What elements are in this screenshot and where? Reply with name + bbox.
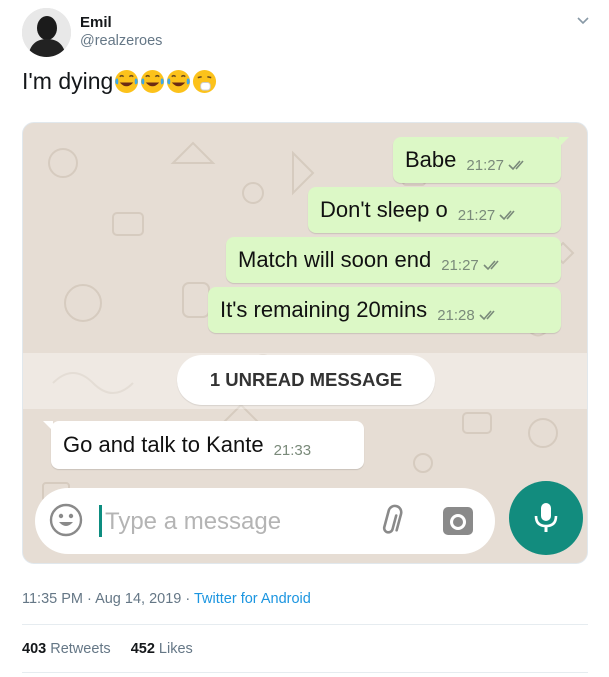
message-time: 21:27: [441, 256, 479, 274]
unread-badge: 1 UNREAD MESSAGE: [177, 355, 435, 405]
outgoing-message[interactable]: It's remaining 20mins 21:28: [208, 287, 561, 333]
retweets-label: Retweets: [50, 641, 111, 657]
outgoing-message[interactable]: Don't sleep o 21:27: [308, 187, 561, 233]
double-check-icon: [483, 260, 499, 271]
microphone-icon: [534, 503, 558, 532]
likes-stat[interactable]: 452 Likes: [131, 641, 193, 657]
tweet-text: I'm dying: [22, 68, 218, 95]
sneezing-face-emoji-icon: [193, 69, 217, 94]
outgoing-message[interactable]: Match will soon end 21:27: [226, 237, 561, 283]
likes-count: 452: [130, 641, 155, 657]
attach-icon[interactable]: [375, 504, 411, 540]
text-cursor: [99, 505, 102, 537]
message-composer[interactable]: Type a message: [35, 488, 495, 554]
tweet-body: I'm dying: [22, 68, 114, 94]
user-name[interactable]: Emil: [80, 14, 112, 31]
emoji-row: [114, 69, 218, 94]
emoji-icon[interactable]: [49, 503, 83, 537]
double-check-icon: [479, 310, 495, 321]
message-time: 21:27: [457, 206, 496, 224]
tweet-stats: 403 Retweets 452 Likes: [22, 641, 193, 657]
avatar[interactable]: [22, 8, 71, 57]
message-text: Go and talk to Kante: [63, 432, 264, 457]
tweet-header: Emil @realzeroes: [22, 8, 594, 58]
message-text: Match will soon end: [238, 247, 432, 272]
incoming-message[interactable]: Go and talk to Kante 21:33: [43, 421, 364, 469]
outgoing-message[interactable]: Babe 21:27: [393, 137, 569, 183]
bubble-tail: [43, 421, 53, 431]
likes-label: Likes: [158, 641, 193, 657]
tears-of-joy-emoji-icon: [141, 69, 165, 94]
camera-icon[interactable]: [441, 504, 475, 538]
tears-of-joy-emoji-icon: [167, 69, 191, 94]
message-text: Babe: [405, 147, 457, 172]
divider: [22, 624, 588, 625]
message-text: It's remaining 20mins: [220, 297, 428, 322]
message-time: 21:27: [466, 156, 504, 174]
retweets-count: 403: [22, 641, 47, 657]
divider: [22, 672, 588, 673]
tweet-timestamp[interactable]: 11:35 PM · Aug 14, 2019 ·: [22, 591, 194, 607]
chevron-down-icon[interactable]: [576, 14, 590, 28]
message-input[interactable]: Type a message: [105, 508, 281, 536]
message-text: Don't sleep o: [320, 197, 448, 222]
double-check-icon: [499, 210, 515, 221]
retweets-stat[interactable]: 403 Retweets: [22, 641, 111, 657]
message-time: 21:33: [273, 441, 312, 459]
message-time: 21:28: [437, 306, 475, 324]
tweet-meta: 11:35 PM · Aug 14, 2019 · Twitter for An…: [22, 591, 311, 607]
double-check-icon: [508, 160, 524, 171]
mic-button[interactable]: [509, 481, 583, 555]
chat-screenshot[interactable]: Babe 21:27 Don't sleep o 21:27 Match wil…: [22, 122, 588, 564]
bubble-tail: [559, 137, 569, 147]
tears-of-joy-emoji-icon: [115, 69, 139, 94]
tweet-source[interactable]: Twitter for Android: [194, 591, 311, 607]
user-handle[interactable]: @realzeroes: [80, 33, 162, 49]
